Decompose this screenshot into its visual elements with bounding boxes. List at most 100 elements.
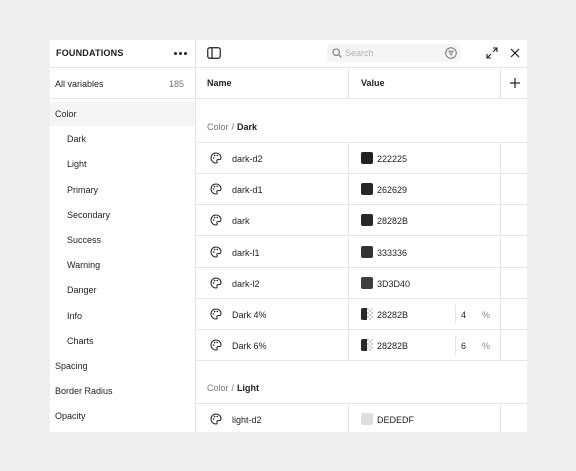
palette-icon (210, 277, 222, 289)
variable-row[interactable]: dark-d2 222225 (196, 143, 527, 174)
sidebar-item-primary[interactable]: Primary (50, 178, 195, 202)
hex-value[interactable]: 28282B (377, 216, 408, 226)
sidebar-item-label: Success (67, 235, 102, 245)
variable-name[interactable]: dark (232, 216, 250, 226)
sidebar-toggle-icon[interactable] (207, 47, 221, 59)
hex-value[interactable]: 28282B (377, 341, 408, 351)
variable-row[interactable]: light-d2 DEDEDF (196, 404, 527, 432)
column-divider (348, 236, 349, 268)
sidebar-item-label: Primary (67, 184, 98, 195)
group-header-dark: Color / Dark (196, 100, 527, 143)
column-divider (348, 174, 349, 206)
group-name: Light (237, 383, 260, 394)
all-variables-count: 185 (168, 79, 184, 89)
variable-name[interactable]: dark-l1 (232, 248, 260, 258)
sidebar-item-label: Danger (67, 285, 97, 296)
sidebar-item-border-radius[interactable]: Border Radius (50, 379, 195, 403)
sidebar-item-label: Charts (67, 335, 94, 346)
variable-name[interactable]: Dark 6% (232, 341, 267, 351)
sidebar-item-label: Spacing (55, 361, 88, 371)
opacity-unit: % (482, 310, 491, 320)
sidebar-item-label: Info (67, 310, 83, 321)
color-swatch[interactable] (361, 308, 373, 320)
search-icon (332, 48, 342, 58)
sidebar-item-danger[interactable]: Danger (50, 278, 195, 302)
color-swatch[interactable] (361, 339, 373, 352)
sidebar-item-dark[interactable]: Dark (50, 127, 195, 151)
sidebar-item-opacity[interactable]: Opacity (50, 404, 195, 428)
column-divider (500, 267, 501, 299)
group-parent: Color (207, 383, 229, 394)
search-input[interactable]: Search (327, 44, 461, 62)
sidebar-item-info[interactable]: Info (50, 304, 195, 328)
variable-row[interactable]: Dark 4% 28282B 4% (196, 299, 527, 330)
toolbar: Search (196, 40, 527, 68)
variable-row[interactable]: Dark 6% 28282B 6% (196, 330, 527, 362)
group-separator: / (231, 122, 235, 132)
column-header-row: Name Value (196, 68, 527, 99)
swatch-fill (361, 308, 367, 320)
palette-icon (210, 413, 222, 425)
group-path: Color / Light (207, 383, 259, 393)
group-separator: / (231, 383, 235, 394)
sidebar-item-label: Dark (67, 134, 87, 145)
sidebar-item-label: Warning (67, 260, 101, 271)
plus-icon[interactable] (508, 76, 522, 90)
value-divider (455, 336, 456, 356)
color-swatch[interactable] (361, 276, 373, 289)
column-divider (348, 404, 349, 432)
variable-row[interactable]: dark-l2 3D3D40 (196, 267, 527, 299)
column-divider (500, 174, 501, 206)
color-swatch[interactable] (361, 183, 373, 196)
variable-name[interactable]: dark-d1 (232, 185, 263, 195)
palette-icon (210, 246, 222, 258)
sidebar-item-warning[interactable]: Warning (50, 253, 195, 277)
sidebar-item-spacing[interactable]: Spacing (50, 354, 195, 378)
hex-value[interactable]: 262629 (377, 185, 407, 195)
variable-name[interactable]: dark-l2 (232, 279, 260, 289)
variable-name[interactable]: Dark 4% (232, 310, 267, 320)
variables-table: Search Name Value Color / Dark dark-d2 2… (196, 40, 527, 432)
sidebar-item-color[interactable]: Color (50, 102, 195, 126)
column-divider (348, 205, 349, 237)
hex-value[interactable]: DEDEDF (377, 415, 414, 425)
color-swatch[interactable] (361, 245, 373, 258)
value-column-header: Value (361, 78, 385, 88)
close-icon[interactable] (509, 47, 521, 59)
variable-row[interactable]: dark 28282B (196, 205, 527, 237)
sidebar-item-success[interactable]: Success (50, 228, 195, 252)
opacity-input[interactable]: 6 (461, 341, 466, 351)
color-swatch[interactable] (361, 152, 373, 164)
hex-value[interactable]: 333336 (377, 248, 407, 258)
opacity-unit: % (482, 341, 491, 352)
column-divider (500, 236, 501, 268)
opacity-input[interactable]: 4 (461, 310, 466, 320)
filter-icon[interactable] (445, 47, 457, 59)
column-divider (348, 330, 349, 362)
variable-row[interactable]: dark-d1 262629 (196, 174, 527, 206)
group-header-light: Color / Light (196, 361, 527, 405)
column-divider (348, 267, 349, 299)
search-placeholder: Search (345, 48, 374, 58)
sidebar-item-label: Light (67, 159, 87, 170)
expand-icon[interactable] (486, 47, 498, 59)
column-divider (348, 143, 349, 174)
swatch-fill (361, 339, 367, 352)
sidebar-item-secondary[interactable]: Secondary (50, 203, 195, 227)
variable-name[interactable]: dark-d2 (232, 154, 263, 164)
hex-value[interactable]: 28282B (377, 310, 408, 320)
color-swatch[interactable] (361, 214, 373, 227)
sidebar-item-label: Secondary (67, 209, 111, 220)
sidebar-item-charts[interactable]: Charts (50, 329, 195, 353)
hex-value[interactable]: 222225 (377, 154, 407, 164)
more-icon[interactable] (172, 46, 188, 60)
sidebar-item-light[interactable]: Light (50, 152, 195, 176)
variable-row[interactable]: dark-l1 333336 (196, 236, 527, 268)
color-swatch[interactable] (361, 413, 373, 426)
all-variables-item[interactable]: All variables 185 (50, 69, 196, 99)
hex-value[interactable]: 3D3D40 (377, 279, 410, 289)
palette-icon (210, 308, 222, 320)
column-divider (348, 299, 349, 330)
variable-name[interactable]: light-d2 (232, 415, 262, 425)
column-divider (500, 299, 501, 330)
